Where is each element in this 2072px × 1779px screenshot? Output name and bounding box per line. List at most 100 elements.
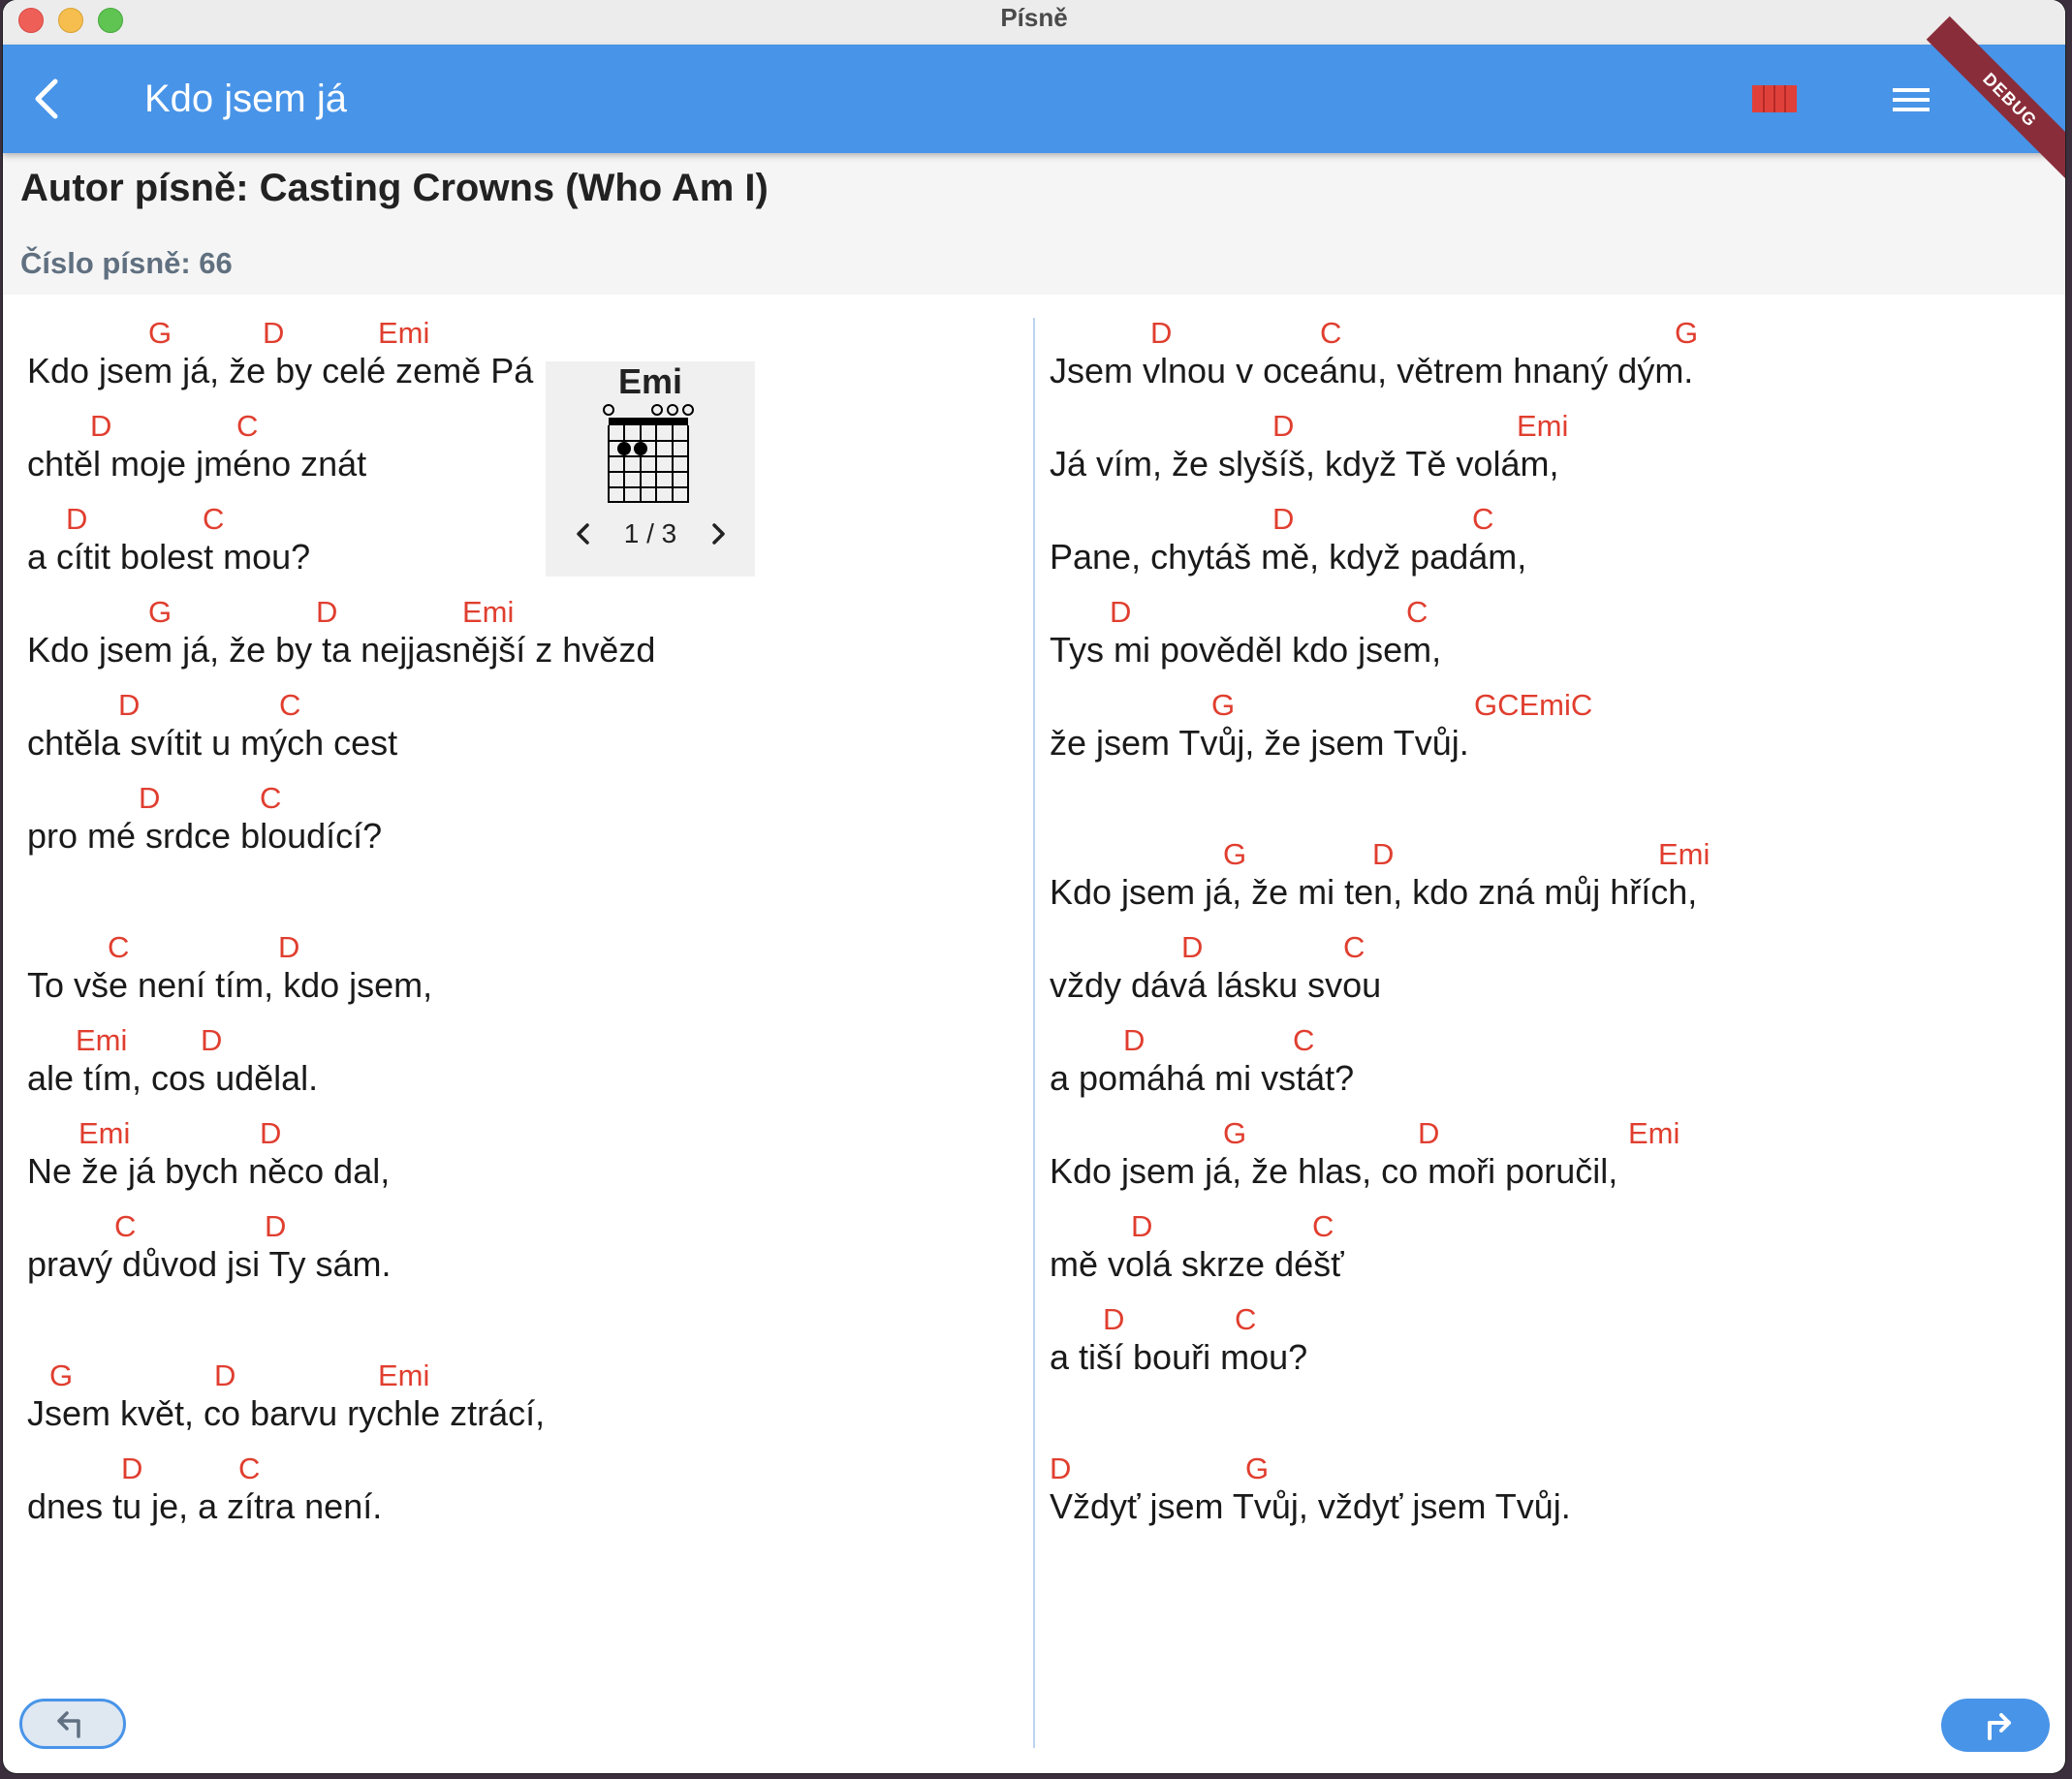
chord-label[interactable]: C xyxy=(203,502,224,537)
lyric-line: G GCEmiC že jsem Tvůj, že jsem Tvůj. xyxy=(1050,667,2019,763)
chord-label[interactable]: D xyxy=(1150,316,1172,351)
lyric-text: a cítit bolest mou? xyxy=(27,537,311,577)
chord-label[interactable]: D xyxy=(1103,1302,1124,1337)
lyric-line: D Cmě volá skrze déšť xyxy=(1050,1188,2019,1284)
chord-label[interactable]: D xyxy=(278,930,299,965)
lyric-text: a tiší bouři mou? xyxy=(1050,1337,1308,1377)
chord-label[interactable]: G xyxy=(1675,316,1698,351)
chord-label[interactable]: D xyxy=(316,595,337,630)
chord-label[interactable]: D xyxy=(214,1358,235,1393)
song-header: Autor písně: Casting Crowns (Who Am I) Č… xyxy=(3,153,2065,295)
chord-label[interactable]: C xyxy=(114,1209,136,1244)
chord-label[interactable]: D xyxy=(1181,930,1203,965)
lyric-text: chtěl moje jméno znát xyxy=(27,444,367,484)
chord-label[interactable]: C xyxy=(260,781,281,816)
chord-label[interactable]: D xyxy=(1272,409,1294,444)
chord-label[interactable]: D xyxy=(265,1209,286,1244)
lyric-line: D Emi Já vím, že slyšíš, když Tě volám, xyxy=(1050,388,2019,484)
chord-label[interactable]: Emi xyxy=(378,316,429,351)
chord-label[interactable]: G xyxy=(148,316,172,351)
window-titlebar: Písně xyxy=(3,0,2065,46)
chord-label[interactable]: D xyxy=(1272,502,1294,537)
lyric-line: D Cchtěla svítit u mých cest xyxy=(27,667,1025,763)
chord-label[interactable]: D xyxy=(260,1116,281,1151)
chord-label[interactable]: D xyxy=(1050,1451,1071,1486)
lyric-line: D Ca cítit bolest mou? xyxy=(27,481,1025,577)
chord-label[interactable]: D xyxy=(1418,1116,1439,1151)
chevron-right-icon xyxy=(712,523,725,545)
lyric-line: D Ca tiší bouři mou? xyxy=(1050,1281,2019,1377)
menu-button[interactable] xyxy=(1889,83,1935,116)
chord-label[interactable]: C xyxy=(1343,930,1365,965)
lyric-line: D Cvždy dává lásku svou xyxy=(1050,909,2019,1005)
next-chord-button[interactable] xyxy=(705,520,732,547)
lyric-line: G D Emi Kdo jsem já, že hlas, co moři poruč… xyxy=(1050,1095,2019,1191)
chord-label[interactable]: D xyxy=(90,409,111,444)
chord-label[interactable]: G xyxy=(148,595,172,630)
lyric-text: Tys mi pověděl kdo jsem, xyxy=(1050,630,1442,670)
next-song-button[interactable] xyxy=(1941,1699,2050,1752)
chord-label[interactable]: Emi xyxy=(76,1023,127,1058)
chord-label[interactable]: D xyxy=(1131,1209,1152,1244)
chord-label[interactable]: C xyxy=(1293,1023,1314,1058)
chord-label[interactable]: D xyxy=(118,688,140,723)
lyric-line: Emi Dale tím, cos udělal. xyxy=(27,1002,1025,1098)
chord-label[interactable]: Emi xyxy=(1628,1116,1680,1151)
chord-label[interactable]: G xyxy=(1211,688,1235,723)
lyric-text: pro mé srdce bloudící? xyxy=(27,816,383,856)
chord-label[interactable]: D xyxy=(139,781,160,816)
stanza-gap xyxy=(1050,1374,2019,1430)
chord-label[interactable]: C xyxy=(1320,316,1341,351)
chord-label[interactable]: C xyxy=(236,409,258,444)
chord-label[interactable]: C xyxy=(238,1451,260,1486)
previous-chord-button[interactable] xyxy=(570,520,597,547)
chord-label[interactable]: G xyxy=(1223,1116,1246,1151)
lyric-line: D Cchtěl moje jméno znát xyxy=(27,388,1025,484)
song-author: Autor písně: Casting Crowns (Who Am I) xyxy=(20,167,769,209)
chord-label[interactable]: D xyxy=(1372,837,1394,872)
chord-name: Emi xyxy=(617,361,683,401)
chord-label[interactable]: Emi xyxy=(1658,837,1710,872)
chord-label[interactable]: D xyxy=(121,1451,142,1486)
chord-label[interactable]: G xyxy=(49,1358,73,1393)
chord-label[interactable]: GCEmiC xyxy=(1474,688,1592,723)
chord-label[interactable]: D xyxy=(66,502,87,537)
lyric-text: že jsem Tvůj, že jsem Tvůj. xyxy=(1050,723,1469,763)
chord-label[interactable]: C xyxy=(108,930,129,965)
chord-label[interactable]: C xyxy=(279,688,300,723)
lyric-line: D Ca pomáhá mi vstát? xyxy=(1050,1002,2019,1098)
chord-label[interactable]: G xyxy=(1245,1451,1269,1486)
lyric-text: mě volá skrze déšť xyxy=(1050,1244,1344,1284)
chord-label[interactable]: D xyxy=(1110,595,1131,630)
lyric-text: dnes tu je, a zítra není. xyxy=(27,1486,383,1526)
chord-label[interactable]: G xyxy=(1223,837,1246,872)
lyric-text: Ne že já bych něco dal, xyxy=(27,1151,391,1191)
chord-fretboard-diagram xyxy=(603,404,698,503)
chord-label[interactable]: D xyxy=(1123,1023,1145,1058)
chord-label[interactable]: C xyxy=(1472,502,1493,537)
chord-label[interactable]: Emi xyxy=(1517,409,1568,444)
chord-label[interactable]: D xyxy=(201,1023,222,1058)
lyrics-column-left: G D Emi Kdo jsem já, že by celé země Pá D Cch… xyxy=(27,295,1025,1526)
lyric-text: a pomáhá mi vstát? xyxy=(1050,1058,1355,1098)
lyric-text: Kdo jsem já, že by celé země Pá xyxy=(27,351,534,390)
chords-toggle-button[interactable] xyxy=(1752,83,1797,114)
chord-label[interactable]: Emi xyxy=(78,1116,130,1151)
chord-label[interactable]: Emi xyxy=(462,595,514,630)
stanza-gap xyxy=(27,853,1025,909)
chords-grid-icon xyxy=(1752,85,1797,112)
lyric-line: C Dpravý důvod jsi Ty sám. xyxy=(27,1188,1025,1284)
lyric-text: chtěla svítit u mých cest xyxy=(27,723,398,763)
chord-label[interactable]: C xyxy=(1312,1209,1334,1244)
lyric-text: ale tím, cos udělal. xyxy=(27,1058,319,1098)
lyric-line: G D Emi Jsem květ, co barvu rychle ztrácí, xyxy=(27,1337,1025,1433)
previous-song-button[interactable] xyxy=(19,1699,126,1749)
back-button[interactable] xyxy=(24,74,75,124)
chord-label[interactable]: Emi xyxy=(378,1358,429,1393)
chord-label[interactable]: C xyxy=(1406,595,1428,630)
chord-label[interactable]: C xyxy=(1235,1302,1256,1337)
lyric-line: Emi D Ne že já bych něco dal, xyxy=(27,1095,1025,1191)
chord-label[interactable]: D xyxy=(263,316,284,351)
lyric-text: vždy dává lásku svou xyxy=(1050,965,1382,1005)
lyric-text: Pane, chytáš mě, když padám, xyxy=(1050,537,1527,577)
